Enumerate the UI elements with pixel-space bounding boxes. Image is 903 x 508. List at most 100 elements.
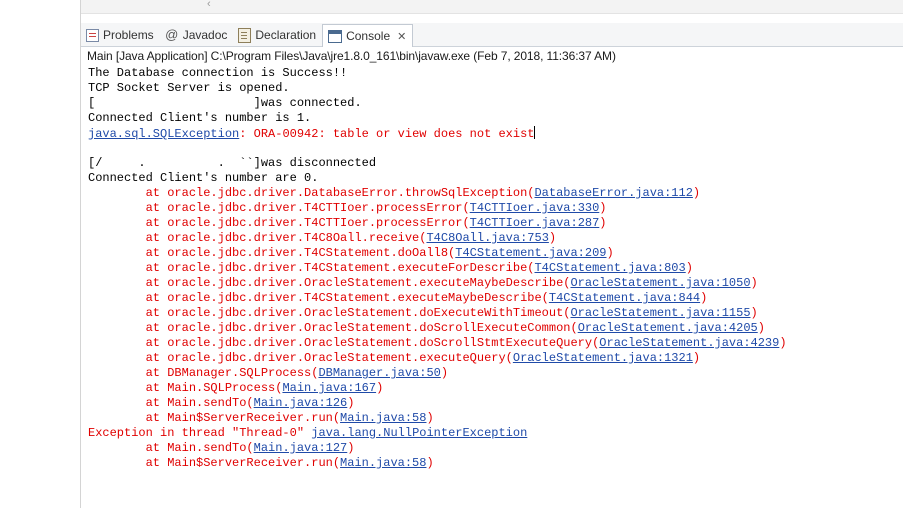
stack-trace-link[interactable]: DBManager.java:50 <box>318 366 440 380</box>
console-text: ) <box>599 201 607 215</box>
console-text: at oracle.jdbc.driver.OracleStatement.do… <box>88 306 571 320</box>
stack-trace-link[interactable]: DatabaseError.java:112 <box>534 186 692 200</box>
console-text: ) <box>548 231 557 245</box>
console-text: ) <box>599 216 607 230</box>
console-text: [ ]was connected. <box>88 96 362 110</box>
tab-console[interactable]: Console ✕ <box>322 24 414 47</box>
console-line: at oracle.jdbc.driver.DatabaseError.thro… <box>88 186 898 201</box>
problems-icon <box>86 28 99 42</box>
console-line: Connected Client's number is 1. <box>88 111 898 126</box>
stack-trace-link[interactable]: OracleStatement.java:1155 <box>570 306 750 320</box>
console-line: at oracle.jdbc.driver.T4CTTIoer.processE… <box>88 216 898 231</box>
left-panel <box>0 0 80 508</box>
stack-trace-link[interactable]: java.sql.SQLException <box>88 127 239 141</box>
stack-trace-link[interactable]: Main.java:58 <box>340 456 426 470</box>
stack-trace-link[interactable]: Main.java:58 <box>340 411 426 425</box>
console-text: at Main.sendTo( <box>88 396 254 410</box>
console-text: at oracle.jdbc.driver.T4CStatement.execu… <box>88 261 535 275</box>
tab-label: Problems <box>103 28 154 42</box>
stack-trace-link[interactable]: Main.java:167 <box>282 381 376 395</box>
stack-trace-link[interactable]: T4CStatement.java:844 <box>549 291 700 305</box>
console-text: at oracle.jdbc.driver.DatabaseError.thro… <box>88 186 535 200</box>
console-text: ) <box>376 381 384 395</box>
stack-trace-link[interactable]: T4CTTIoer.java:287 <box>470 216 600 230</box>
tab-declaration[interactable]: Declaration <box>233 24 322 46</box>
console-text: at oracle.jdbc.driver.T4CStatement.execu… <box>88 291 549 305</box>
console-launch-header: Main [Java Application] C:\Program Files… <box>87 49 616 63</box>
console-text: Exception in thread "Thread-0" <box>88 426 312 440</box>
scroll-left-arrow-icon[interactable]: ‹ <box>207 0 211 10</box>
stack-trace-link[interactable]: OracleStatement.java:1321 <box>513 351 693 365</box>
console-text: ) <box>685 261 693 275</box>
console-line: The Database connection is Success!! <box>88 66 898 81</box>
javadoc-icon: @ <box>165 27 179 42</box>
editor-scrollbar[interactable]: ‹ <box>81 0 903 14</box>
console-text: Connected Client's number is 1. <box>88 111 312 125</box>
stack-trace-link[interactable]: T4CTTIoer.java:330 <box>470 201 600 215</box>
console-line: at Main$ServerReceiver.run(Main.java:58) <box>88 456 898 471</box>
console-line: at oracle.jdbc.driver.T4CTTIoer.processE… <box>88 201 898 216</box>
console-text: at oracle.jdbc.driver.OracleStatement.do… <box>88 336 600 350</box>
console-text: ) <box>779 336 787 350</box>
console-text: ) <box>347 441 355 455</box>
console-line: at Main.sendTo(Main.java:126) <box>88 396 898 411</box>
stack-trace-link[interactable]: T4CStatement.java:803 <box>534 261 685 275</box>
tab-problems[interactable]: Problems <box>81 24 160 46</box>
console-text: ) <box>606 246 614 260</box>
console-line: Exception in thread "Thread-0" java.lang… <box>88 426 898 441</box>
console-line: at Main.SQLProcess(Main.java:167) <box>88 381 898 396</box>
console-text: ) <box>692 351 701 365</box>
console-text: ) <box>750 276 758 290</box>
console-text: ) <box>757 321 765 335</box>
console-text: TCP Socket Server is opened. <box>88 81 290 95</box>
console-text: [/ . . ``]was disconnected <box>88 156 377 170</box>
stack-trace-link[interactable]: Main.java:127 <box>254 441 348 455</box>
console-line: at oracle.jdbc.driver.OracleStatement.do… <box>88 306 898 321</box>
console-text: at oracle.jdbc.driver.OracleStatement.ex… <box>88 351 513 365</box>
console-text: at Main$ServerReceiver.run( <box>88 411 341 425</box>
console-text: at DBManager.SQLProcess( <box>88 366 319 380</box>
tab-label: Declaration <box>255 28 317 42</box>
close-icon[interactable]: ✕ <box>397 30 406 43</box>
console-text: at Main$ServerReceiver.run( <box>88 456 341 470</box>
console-line: at oracle.jdbc.driver.OracleStatement.do… <box>88 321 898 336</box>
stack-trace-link[interactable]: T4C8Oall.java:753 <box>426 231 548 245</box>
console-line: at oracle.jdbc.driver.T4C8Oall.receive(T… <box>88 231 898 246</box>
console-text: at oracle.jdbc.driver.T4C8Oall.receive( <box>88 231 427 245</box>
console-text: at oracle.jdbc.driver.T4CStatement.doOal… <box>88 246 456 260</box>
console-output[interactable]: The Database connection is Success!! TCP … <box>88 66 898 471</box>
stack-trace-link[interactable]: OracleStatement.java:1050 <box>570 276 750 290</box>
stack-trace-link[interactable]: java.lang.NullPointerException <box>311 426 527 440</box>
console-line: TCP Socket Server is opened. <box>88 81 898 96</box>
text-cursor <box>534 126 536 139</box>
console-text: Connected Client's number are 0. <box>88 171 319 185</box>
console-line: at oracle.jdbc.driver.OracleStatement.ex… <box>88 351 898 366</box>
stack-trace-link[interactable]: OracleStatement.java:4239 <box>599 336 779 350</box>
tab-label: Console <box>346 29 391 43</box>
console-line: [/ . . ``]was disconnected <box>88 156 898 171</box>
console-text: : ORA-00942: table or view does not exis… <box>239 127 535 141</box>
console-text: at oracle.jdbc.driver.T4CTTIoer.processE… <box>88 216 470 230</box>
console-icon <box>328 29 343 43</box>
stack-trace-link[interactable]: Main.java:126 <box>254 396 348 410</box>
view-tab-bar: Problems @ Javadoc Declaration Console ✕ <box>81 23 903 47</box>
declaration-icon <box>238 27 252 43</box>
console-text: at oracle.jdbc.driver.OracleStatement.ex… <box>88 276 571 290</box>
tab-label: Javadoc <box>182 28 228 42</box>
console-text: at oracle.jdbc.driver.T4CTTIoer.processE… <box>88 201 470 215</box>
console-line: at oracle.jdbc.driver.T4CStatement.doOal… <box>88 246 898 261</box>
stack-trace-link[interactable]: T4CStatement.java:209 <box>455 246 606 260</box>
console-line: Connected Client's number are 0. <box>88 171 898 186</box>
console-text: ) <box>692 186 701 200</box>
console-text: ) <box>750 306 758 320</box>
console-text: ) <box>426 411 434 425</box>
stack-trace-link[interactable]: OracleStatement.java:4205 <box>578 321 758 335</box>
console-line: [ ]was connected. <box>88 96 898 111</box>
console-line: at oracle.jdbc.driver.T4CStatement.execu… <box>88 261 898 276</box>
console-line: at oracle.jdbc.driver.T4CStatement.execu… <box>88 291 898 306</box>
console-line: java.sql.SQLException: ORA-00942: table … <box>88 126 898 141</box>
console-text: ) <box>440 366 449 380</box>
console-line: at Main.sendTo(Main.java:127) <box>88 441 898 456</box>
console-text: ) <box>700 291 708 305</box>
tab-javadoc[interactable]: @ Javadoc <box>160 24 234 46</box>
